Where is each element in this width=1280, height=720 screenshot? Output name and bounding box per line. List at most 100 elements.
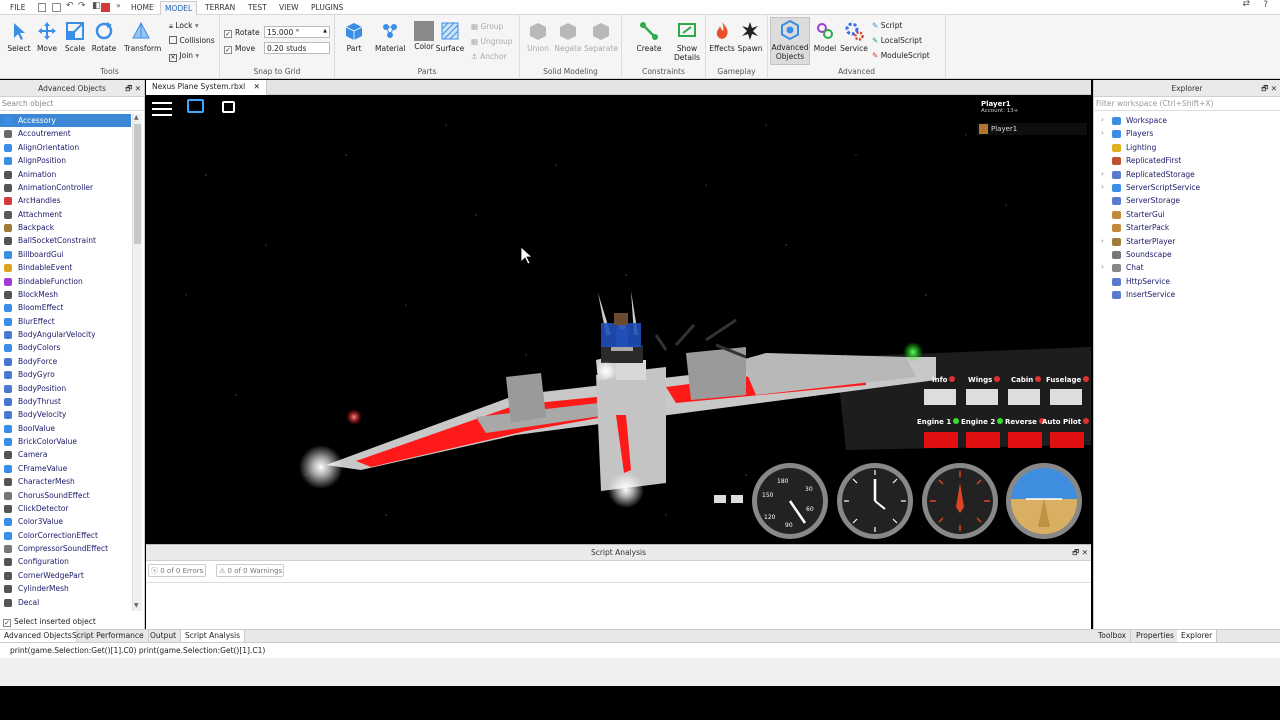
service-button[interactable]: Service: [839, 19, 869, 53]
game-viewport[interactable]: Player1 Account: 13+ Player1 Info Wings …: [146, 95, 1091, 543]
object-list-item[interactable]: AlignPosition: [0, 154, 131, 167]
model-button[interactable]: Model: [810, 19, 840, 53]
command-bar-input[interactable]: print(game.Selection:Get()[1].C0) print(…: [0, 642, 1280, 658]
object-list-item[interactable]: ChorusSoundEffect: [0, 489, 131, 502]
object-list-item[interactable]: CompressorSoundEffect: [0, 542, 131, 555]
help-icon[interactable]: ?: [1263, 0, 1268, 10]
object-list-item[interactable]: CFrameValue: [0, 462, 131, 475]
object-list-item[interactable]: BlurEffect: [0, 315, 131, 328]
explorer-item[interactable]: ServerStorage: [1112, 194, 1180, 207]
open-file-icon[interactable]: [52, 3, 61, 12]
share-icon[interactable]: ⇄: [1242, 0, 1250, 9]
explorer-item[interactable]: StarterGui: [1112, 208, 1165, 221]
tab-home[interactable]: HOME: [127, 1, 158, 15]
object-list-item[interactable]: BindableEvent: [0, 261, 131, 274]
object-list-item[interactable]: AlignOrientation: [0, 141, 131, 154]
close-tab-icon[interactable]: ✕: [254, 82, 260, 91]
rotate-button[interactable]: Rotate: [89, 19, 119, 53]
tab-plugins[interactable]: PLUGINS: [307, 1, 347, 15]
object-list-item[interactable]: BloomEffect: [0, 301, 131, 314]
expand-arrow-icon[interactable]: ›: [1101, 127, 1104, 140]
move-button[interactable]: Move: [32, 19, 62, 53]
object-list-item[interactable]: BlockMesh: [0, 288, 131, 301]
select-button[interactable]: Select: [4, 19, 34, 53]
script-button[interactable]: ✎ Script: [872, 21, 902, 30]
tab-model[interactable]: MODEL: [160, 1, 198, 15]
errors-filter-button[interactable]: ⓧ 0 of 0 Errors: [148, 564, 206, 577]
document-tab[interactable]: Nexus Plane System.rbxl ✕: [146, 80, 267, 95]
object-list-item[interactable]: BallSocketConstraint: [0, 234, 131, 247]
rotate-snap-checkbox[interactable]: ✓ Rotate: [224, 28, 260, 38]
union-button[interactable]: Union: [523, 19, 553, 53]
spawn-button[interactable]: Spawn: [735, 19, 765, 53]
object-list-item[interactable]: BodyColors: [0, 341, 131, 354]
effects-button[interactable]: Effects: [707, 19, 737, 53]
explorer-item[interactable]: ReplicatedFirst: [1112, 154, 1181, 167]
group-button[interactable]: ▦ Group: [471, 22, 503, 31]
object-list-item[interactable]: Decal: [0, 596, 131, 609]
explorer-item[interactable]: › Workspace: [1101, 114, 1167, 127]
localscript-button[interactable]: ✎ LocalScript: [872, 36, 922, 45]
object-list-item[interactable]: BodyForce: [0, 355, 131, 368]
script-analysis-pin-close-icon[interactable]: 🗗 ✕: [1072, 545, 1088, 561]
object-list-item[interactable]: AnimationController: [0, 181, 131, 194]
tab-view[interactable]: VIEW: [275, 1, 303, 15]
search-object-input[interactable]: Search object: [0, 97, 144, 111]
reverse-button[interactable]: [1008, 432, 1042, 448]
expand-arrow-icon[interactable]: ›: [1101, 114, 1104, 127]
object-list-item[interactable]: BodyAngularVelocity: [0, 328, 131, 341]
explorer-item[interactable]: Soundscape: [1112, 248, 1172, 261]
autopilot-button[interactable]: [1050, 432, 1084, 448]
explorer-item[interactable]: › StarterPlayer: [1101, 235, 1175, 248]
customize-icon[interactable]: »: [116, 1, 121, 10]
explorer-item[interactable]: HttpService: [1112, 275, 1170, 288]
expand-arrow-icon[interactable]: ›: [1101, 168, 1104, 181]
object-list-item[interactable]: CylinderMesh: [0, 582, 131, 595]
object-list-item[interactable]: BindableFunction: [0, 275, 131, 288]
object-list-item[interactable]: CornerWedgePart: [0, 569, 131, 582]
object-list-item[interactable]: Configuration: [0, 555, 131, 568]
explorer-item[interactable]: › Chat: [1101, 261, 1144, 274]
collisions-toggle[interactable]: Collisions: [169, 36, 215, 45]
object-list-item[interactable]: Accessory: [0, 114, 131, 128]
object-list-item[interactable]: BoolValue: [0, 422, 131, 435]
separate-button[interactable]: Separate: [584, 19, 618, 53]
explorer-item[interactable]: › Players: [1101, 127, 1153, 140]
tab-terran[interactable]: TERRAN: [201, 1, 239, 15]
explorer-item[interactable]: › ReplicatedStorage: [1101, 168, 1195, 181]
rotate-snap-input[interactable]: 15.000 ° ▲: [264, 26, 330, 38]
ungroup-button[interactable]: ▦ Ungroup: [471, 37, 513, 46]
object-list-item[interactable]: Camera: [0, 448, 131, 461]
redo-icon[interactable]: ↷: [78, 1, 86, 11]
object-list-item[interactable]: BodyVelocity: [0, 408, 131, 421]
object-list-item[interactable]: BrickColorValue: [0, 435, 131, 448]
engine1-button[interactable]: [924, 432, 958, 448]
object-list-item[interactable]: Attachment: [0, 208, 131, 221]
panel-pin-close-icon[interactable]: 🗗 ✕: [125, 80, 141, 97]
explorer-item[interactable]: InsertService: [1112, 288, 1175, 301]
record-icon[interactable]: [101, 3, 110, 12]
backpack-icon[interactable]: [222, 101, 235, 113]
object-list-item[interactable]: BillboardGui: [0, 248, 131, 261]
transform-button[interactable]: Transform: [124, 19, 161, 53]
lock-tool[interactable]: 🔒︎ Lock ▾: [169, 21, 199, 31]
new-file-icon[interactable]: [38, 3, 46, 12]
expand-arrow-icon[interactable]: ›: [1101, 235, 1104, 248]
tab-file[interactable]: FILE: [6, 1, 29, 15]
expand-arrow-icon[interactable]: ›: [1101, 181, 1104, 194]
explorer-pin-close-icon[interactable]: 🗗 ✕: [1261, 80, 1277, 97]
create-constraint-button[interactable]: Create: [634, 19, 664, 53]
select-inserted-checkbox[interactable]: ✓ Select inserted object: [3, 617, 96, 627]
expand-arrow-icon[interactable]: ›: [1101, 261, 1104, 274]
object-list-item[interactable]: CharacterMesh: [0, 475, 131, 488]
explorer-item[interactable]: › ServerScriptService: [1101, 181, 1200, 194]
show-details-button[interactable]: Show Details: [672, 19, 702, 62]
tab-test[interactable]: TEST: [244, 1, 271, 15]
join-toggle[interactable]: ✕ Join ▾: [169, 51, 199, 62]
anchor-button[interactable]: ⚓︎ Anchor: [471, 52, 507, 61]
object-list-item[interactable]: ColorCorrectionEffect: [0, 529, 131, 542]
chat-icon[interactable]: [187, 99, 204, 113]
object-list-item[interactable]: BodyPosition: [0, 382, 131, 395]
object-list-item[interactable]: Accoutrement: [0, 127, 131, 140]
modulescript-button[interactable]: ✎ ModuleScript: [872, 51, 930, 60]
